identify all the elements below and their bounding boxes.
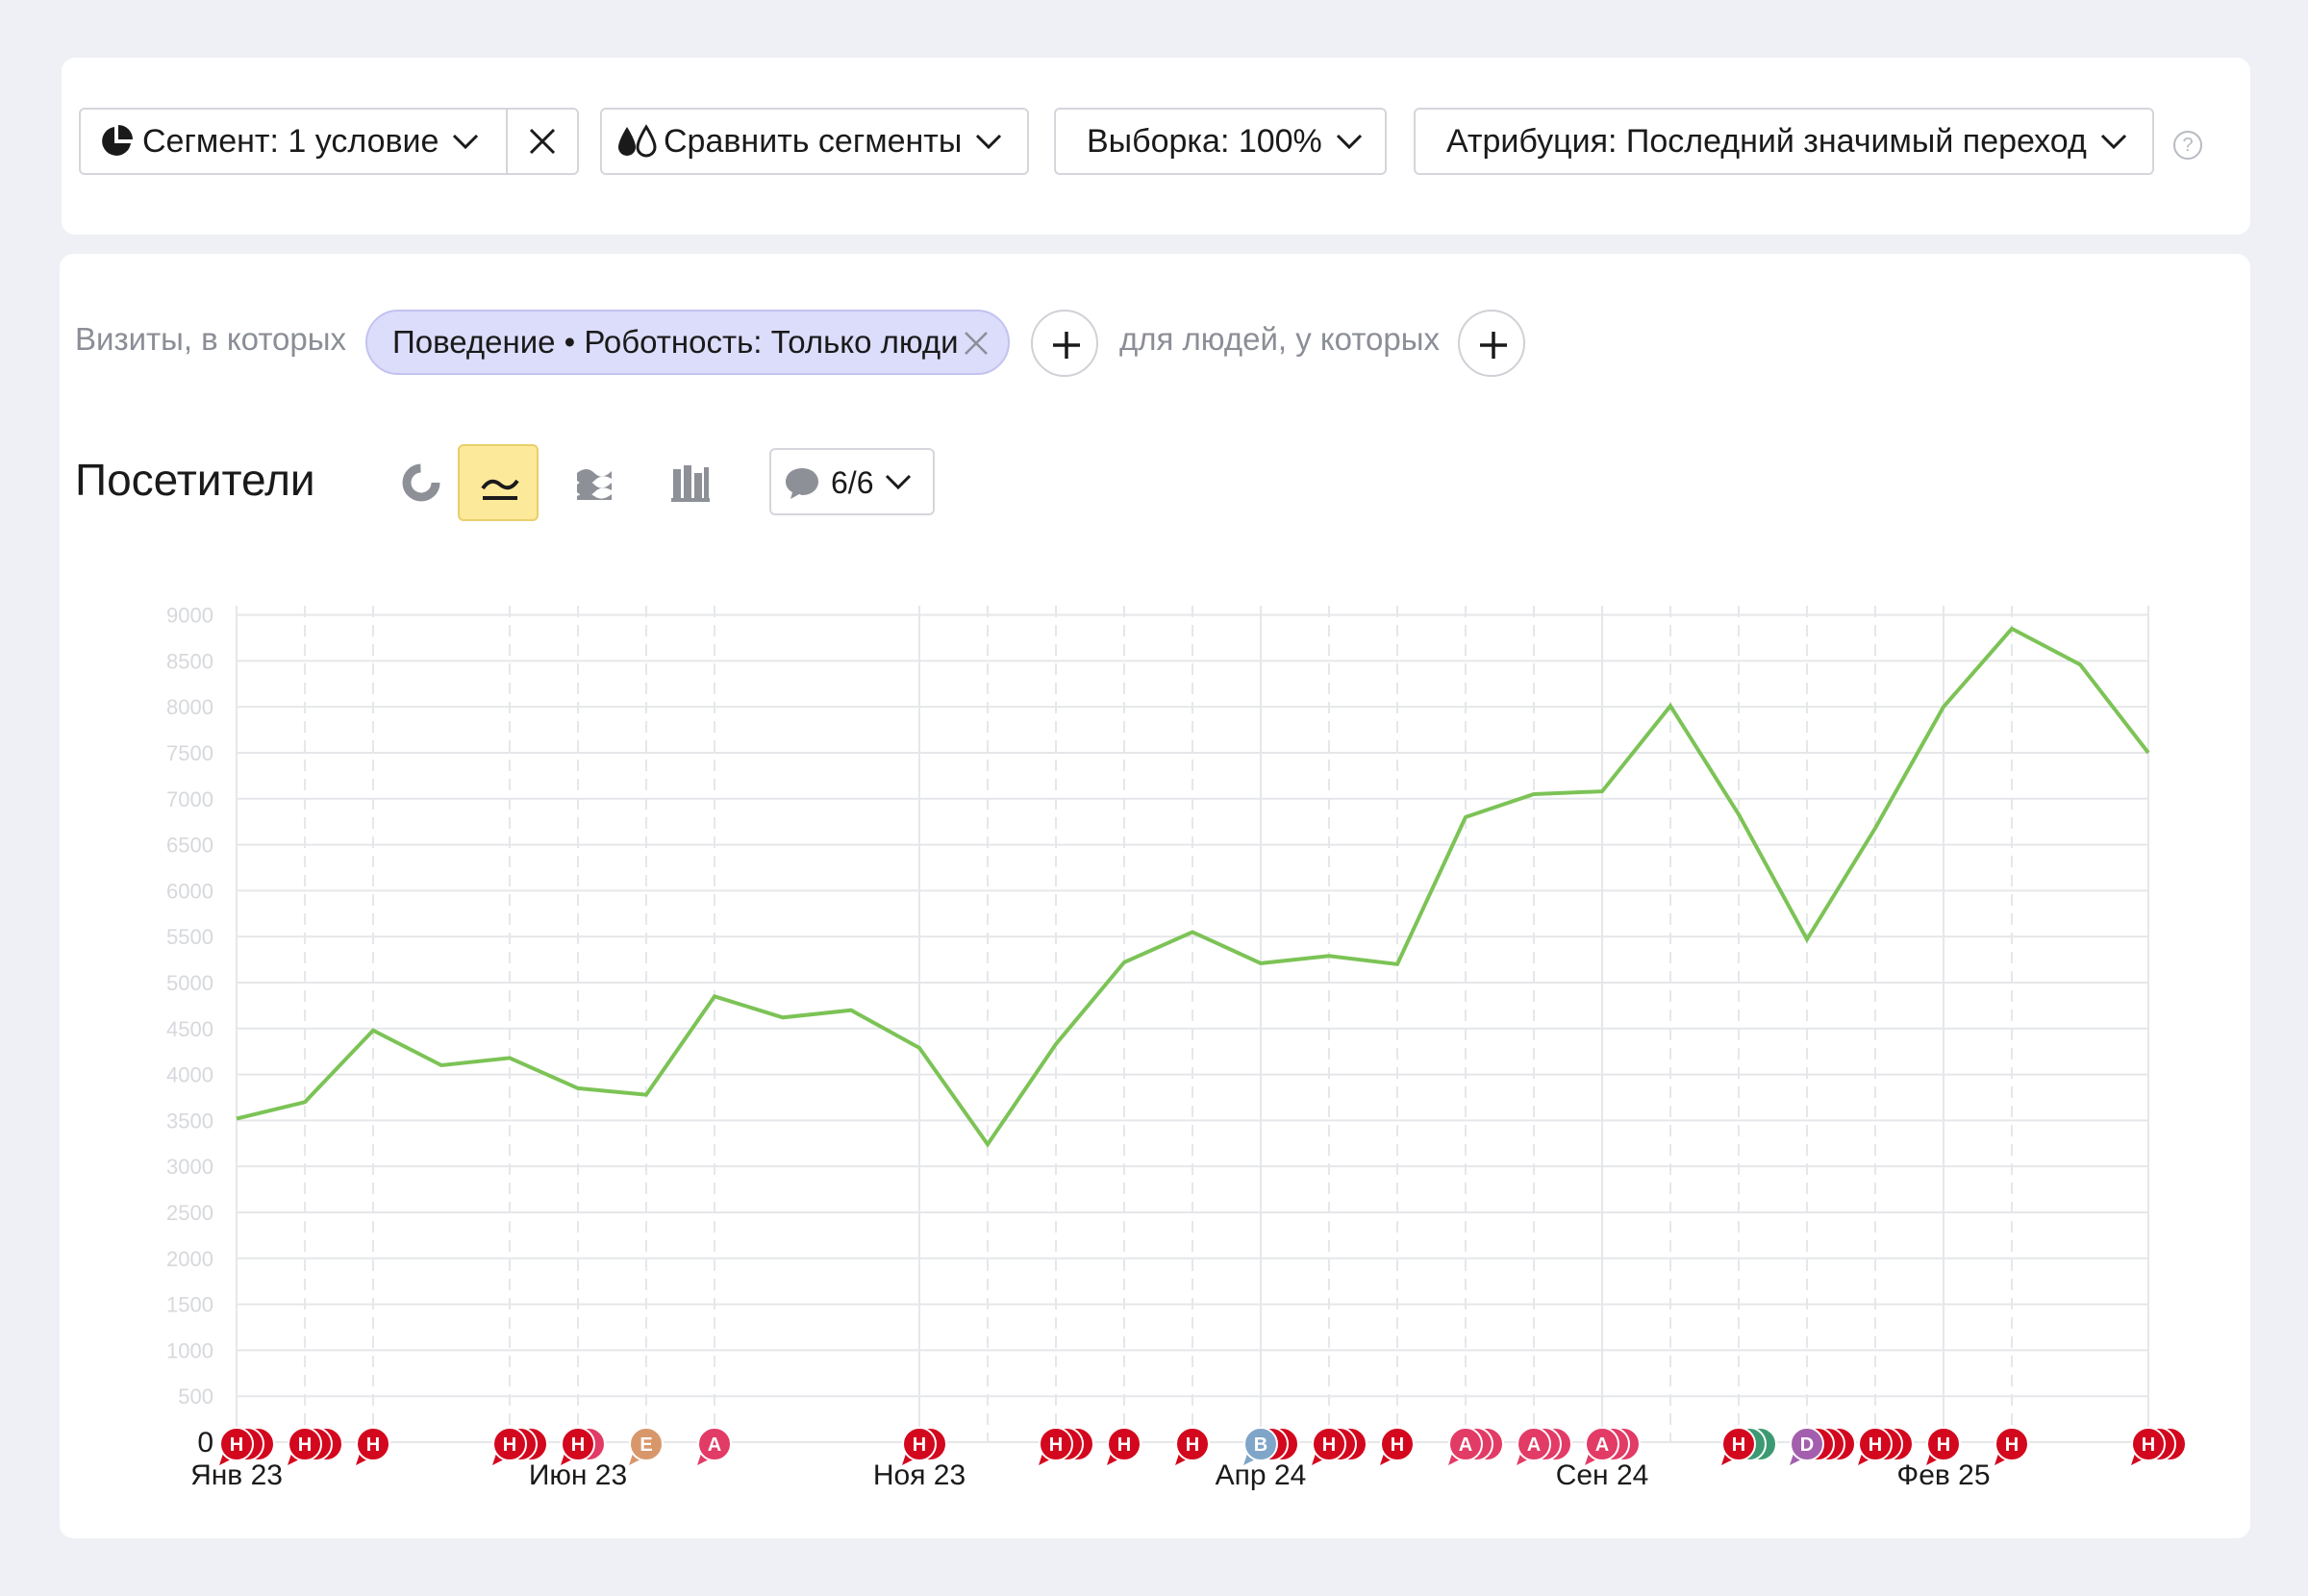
- y-tick-label: 6000: [166, 879, 213, 903]
- note-marker-letter: Н: [1322, 1434, 1336, 1456]
- note-marker-letter: Н: [1732, 1434, 1745, 1456]
- sample-label: Выборка: 100%: [1087, 122, 1322, 160]
- y-tick-label: 5500: [166, 925, 213, 949]
- y-tick-label: 8500: [166, 649, 213, 673]
- y-tick-label: 1000: [166, 1338, 213, 1362]
- compare-segments-label: Сравнить сегменты: [664, 122, 963, 160]
- x-tick-label: Янв 23: [190, 1459, 283, 1491]
- toolbar-panel: Сегмент: 1 условие Сравнить сегменты Выб…: [62, 58, 2250, 235]
- y-tick-label: 7500: [166, 741, 213, 765]
- x-tick-label: Апр 24: [1216, 1459, 1307, 1491]
- y-tick-label: 1500: [166, 1293, 213, 1317]
- note-marker-letter: Н: [913, 1434, 926, 1456]
- note-marker-letter: Н: [1049, 1434, 1063, 1456]
- note-marker-letter: B: [1254, 1434, 1267, 1456]
- y-tick-label: 5000: [166, 971, 213, 995]
- note-marker-letter: Н: [1391, 1434, 1404, 1456]
- chevron-down-icon: [1336, 134, 1362, 150]
- x-tick-label: Сен 24: [1556, 1459, 1649, 1491]
- y-tick-label: 7000: [166, 787, 213, 811]
- y-zero-label: 0: [197, 1427, 213, 1459]
- segment-button[interactable]: Сегмент: 1 условие: [79, 108, 508, 175]
- note-marker-letter: Н: [1869, 1434, 1882, 1456]
- close-icon: [529, 128, 556, 155]
- visitors-line-chart: 500 1000 1500 2000 2500 3000 3500 4000 4500 5000 5…: [166, 604, 2187, 1491]
- chevron-down-icon: [453, 134, 479, 150]
- y-tick-label: 4500: [166, 1017, 213, 1041]
- drops-icon: [618, 124, 657, 158]
- note-marker-letter: Н: [2142, 1434, 2155, 1456]
- note-marker-letter: Н: [2005, 1434, 2019, 1456]
- note-marker-letter: A: [708, 1434, 721, 1456]
- note-marker-letter: Н: [298, 1434, 312, 1456]
- y-tick-label: 3000: [166, 1155, 213, 1179]
- y-tick-label: 3500: [166, 1109, 213, 1133]
- compare-segments-button[interactable]: Сравнить сегменты: [600, 108, 1029, 175]
- note-marker-letter: Н: [1937, 1434, 1950, 1456]
- note-marker-letter: A: [1527, 1434, 1541, 1456]
- y-tick-label: 500: [178, 1384, 213, 1409]
- x-tick-label: Ноя 23: [873, 1459, 966, 1491]
- note-marker-letter: Н: [366, 1434, 380, 1456]
- note-marker-letter: Н: [571, 1434, 585, 1456]
- attribution-button[interactable]: Атрибуция: Последний значимый переход: [1414, 108, 2154, 175]
- y-tick-label: 2500: [166, 1201, 213, 1225]
- y-tick-label: 2000: [166, 1247, 213, 1271]
- chevron-down-icon: [976, 134, 1002, 150]
- note-marker-letter: A: [1595, 1434, 1609, 1456]
- x-tick-label: Фев 25: [1896, 1459, 1990, 1491]
- note-marker-letter: D: [1800, 1434, 1814, 1456]
- note-marker-letter: E: [640, 1434, 652, 1456]
- pie-chart-icon: [102, 125, 133, 156]
- y-tick-label: 9000: [166, 604, 213, 628]
- note-marker-letter: A: [1459, 1434, 1472, 1456]
- chart-panel: Визиты, в которых Поведение • Роботность…: [60, 254, 2250, 1538]
- note-marker-letter: Н: [1117, 1434, 1131, 1456]
- sample-button[interactable]: Выборка: 100%: [1054, 108, 1387, 175]
- segment-clear-button[interactable]: [506, 108, 579, 175]
- help-icon[interactable]: ?: [2173, 131, 2202, 160]
- y-tick-label: 4000: [166, 1063, 213, 1087]
- attribution-label: Атрибуция: Последний значимый переход: [1446, 122, 2087, 160]
- y-tick-label: 6500: [166, 834, 213, 858]
- note-marker-letter: Н: [503, 1434, 516, 1456]
- chevron-down-icon: [2100, 134, 2126, 150]
- y-tick-label: 8000: [166, 695, 213, 719]
- segment-label: Сегмент: 1 условие: [142, 122, 439, 160]
- note-marker-letter: Н: [230, 1434, 243, 1456]
- note-marker-letter: Н: [1186, 1434, 1199, 1456]
- x-tick-label: Июн 23: [529, 1459, 627, 1491]
